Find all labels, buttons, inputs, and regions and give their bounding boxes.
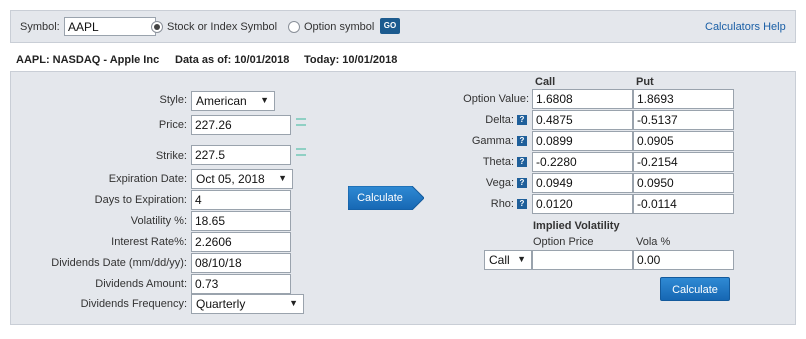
calculate-button[interactable]: Calculate xyxy=(348,186,412,210)
expiration-value: Oct 05, 2018 xyxy=(196,172,265,186)
price-label: Price: xyxy=(158,119,187,131)
option-symbol-option[interactable]: Option symbol xyxy=(304,21,374,33)
style-label: Style: xyxy=(159,94,187,106)
greek-label: Theta: xyxy=(482,156,514,168)
greek-label: Vega: xyxy=(485,177,514,189)
days-label: Days to Expiration: xyxy=(94,194,187,206)
put-value-cell: -0.5137 xyxy=(633,110,734,130)
radio-selected-icon[interactable] xyxy=(151,21,163,33)
quote-title: AAPL: NASDAQ - Apple Inc xyxy=(16,54,160,66)
put-value-cell: 0.0950 xyxy=(633,173,734,193)
dividends-amount-input[interactable]: 0.73 xyxy=(191,274,291,294)
expiration-select[interactable]: Oct 05, 2018 ▼ xyxy=(191,169,293,189)
interest-label: Interest Rate%: xyxy=(111,236,187,248)
implied-type-value: Call xyxy=(489,253,510,267)
greek-label: Gamma: xyxy=(471,135,514,147)
question-icon[interactable]: ? xyxy=(517,115,527,125)
expiration-label: Expiration Date: xyxy=(108,173,187,185)
dividends-frequency-value: Quarterly xyxy=(196,297,246,311)
put-value-cell: -0.0114 xyxy=(633,194,734,214)
chevron-down-icon: ▼ xyxy=(278,173,287,183)
go-button[interactable]: GO xyxy=(380,18,400,34)
symbol-input[interactable]: AAPL xyxy=(64,17,156,36)
implied-volatility-title: Implied Volatility xyxy=(533,220,620,232)
chevron-down-icon: ▼ xyxy=(517,254,526,264)
price-input[interactable]: 227.26 xyxy=(191,115,291,135)
call-value-cell: 1.6808 xyxy=(532,89,633,109)
strike-input[interactable]: 227.5 xyxy=(191,145,291,165)
implied-vola-output: 0.00 xyxy=(633,250,734,270)
greek-label: Rho: xyxy=(490,198,514,210)
style-select[interactable]: American ▼ xyxy=(191,91,275,111)
dividends-frequency-label: Dividends Frequency: xyxy=(80,298,187,310)
put-value-cell: 0.0905 xyxy=(633,131,734,151)
chevron-down-icon: ▼ xyxy=(260,95,269,105)
implied-option-price-input[interactable] xyxy=(532,250,633,270)
question-icon[interactable]: ? xyxy=(517,178,527,188)
put-value-cell: -0.2154 xyxy=(633,152,734,172)
volatility-input[interactable]: 18.65 xyxy=(191,211,291,231)
today-date: Today: 10/01/2018 xyxy=(304,54,398,66)
stock-or-index-option[interactable]: Stock or Index Symbol xyxy=(167,21,277,33)
call-value-cell: 0.0899 xyxy=(532,131,633,151)
days-input[interactable]: 4 xyxy=(191,190,291,210)
call-header: Call xyxy=(535,76,556,88)
calculators-help-link[interactable]: Calculators Help xyxy=(705,21,786,33)
chevron-down-icon: ▼ xyxy=(289,298,298,308)
data-as-of: Data as of: 10/01/2018 xyxy=(175,54,290,66)
symbol-bar: Symbol: AAPL Stock or Index Symbol Optio… xyxy=(10,10,796,43)
greek-label: Delta: xyxy=(485,114,514,126)
volatility-label: Volatility %: xyxy=(130,215,187,227)
option-price-header: Option Price xyxy=(533,236,594,248)
interest-input[interactable]: 2.2606 xyxy=(191,232,291,252)
put-header: Put xyxy=(636,76,654,88)
greek-label: Option Value: xyxy=(463,93,529,105)
question-icon[interactable]: ? xyxy=(517,136,527,146)
strike-label: Strike: xyxy=(155,150,187,162)
strike-stepper[interactable] xyxy=(296,144,306,162)
price-stepper[interactable] xyxy=(296,114,306,132)
call-value-cell: 0.0949 xyxy=(532,173,633,193)
dividends-amount-label: Dividends Amount: xyxy=(95,278,187,290)
vola-header: Vola % xyxy=(636,236,671,248)
put-value-cell: 1.8693 xyxy=(633,89,734,109)
dividends-date-input[interactable]: 08/10/18 xyxy=(191,253,291,273)
call-value-cell: -0.2280 xyxy=(532,152,633,172)
style-value: American xyxy=(196,94,247,108)
radio-unselected-icon[interactable] xyxy=(288,21,300,33)
dividends-frequency-select[interactable]: Quarterly ▼ xyxy=(191,294,304,314)
symbol-label: Symbol: xyxy=(20,21,60,33)
implied-type-select[interactable]: Call ▼ xyxy=(484,250,532,270)
question-icon[interactable]: ? xyxy=(517,157,527,167)
question-icon[interactable]: ? xyxy=(517,199,527,209)
call-value-cell: 0.0120 xyxy=(532,194,633,214)
implied-calculate-button[interactable]: Calculate xyxy=(660,277,730,301)
dividends-date-label: Dividends Date (mm/dd/yy): xyxy=(51,257,187,269)
call-value-cell: 0.4875 xyxy=(532,110,633,130)
